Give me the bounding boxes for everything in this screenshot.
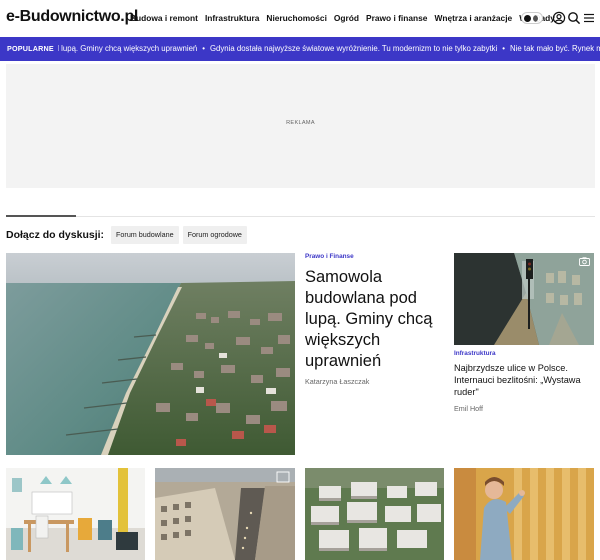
ad-label: REKLAMA <box>286 120 315 126</box>
side-article-title[interactable]: Najbrzydsze ulice w Polsce. Internauci b… <box>454 362 598 398</box>
discussion-title: Dołącz do dyskusji: <box>6 229 105 241</box>
section-divider-accent <box>6 215 76 217</box>
nav-item-prawo[interactable]: Prawo i finanse <box>366 13 427 23</box>
article-thumbnail-housing[interactable] <box>305 468 444 560</box>
main-article-category[interactable]: Prawo i Finanse <box>305 253 354 260</box>
article-thumbnail-city[interactable] <box>155 468 295 560</box>
nav-item-nieruchomosci[interactable]: Nieruchomości <box>266 13 327 23</box>
article-thumbnail-interior[interactable] <box>6 468 145 560</box>
site-logo[interactable]: e-Budownictwo.pl <box>6 8 138 26</box>
ticker-item[interactable]: pod lupą. Gminy chcą większych uprawnień <box>46 44 197 53</box>
forum-chip-ogrodowe[interactable]: Forum ogrodowe <box>182 226 247 244</box>
popular-ticker: POPULARNE pod lupą. Gminy chcą większych… <box>0 37 600 61</box>
nav-item-budowa[interactable]: Budowa i remont <box>130 13 198 23</box>
article-thumbnail-person[interactable] <box>454 468 594 560</box>
ad-placeholder: REKLAMA <box>6 64 595 188</box>
ticker-items: pod lupą. Gminy chcą większych uprawnień… <box>46 37 600 61</box>
gallery-camera-icon <box>579 257 590 266</box>
site-header: e-Budownictwo.pl Budowa i remont Infrast… <box>0 0 600 36</box>
main-article-title[interactable]: Samowola budowlana pod lupą. Gminy chcą … <box>305 267 445 372</box>
side-article-author[interactable]: Emil Hoff <box>454 404 483 413</box>
nav-item-infrastruktura[interactable]: Infrastruktura <box>205 13 259 23</box>
search-icon[interactable] <box>567 11 581 25</box>
nav-item-ogrod[interactable]: Ogród <box>334 13 359 23</box>
main-nav: Budowa i remont Infrastruktura Nieruchom… <box>130 13 555 23</box>
user-icon[interactable] <box>552 11 566 25</box>
main-article-author[interactable]: Katarzyna Łaszczak <box>305 377 369 386</box>
side-article-category[interactable]: Infrastruktura <box>454 350 496 357</box>
section-divider <box>6 216 595 217</box>
discussion-row: Dołącz do dyskusji: Forum budowlane Foru… <box>6 225 251 245</box>
nav-item-wnetrza[interactable]: Wnętrza i aranżacje <box>434 13 512 23</box>
ticker-item[interactable]: Nie tak mało być. Rynek mieszkań zaskocz… <box>510 44 600 53</box>
forum-chip-budowlane[interactable]: Forum budowlane <box>111 226 179 244</box>
ticker-label: POPULARNE <box>0 37 58 61</box>
theme-toggle-icon[interactable] <box>521 12 543 24</box>
main-article-image[interactable] <box>6 253 295 455</box>
ticker-item[interactable]: Gdynia dostała najwyższe światowe wyróżn… <box>210 44 497 53</box>
side-article-image[interactable] <box>454 253 594 345</box>
menu-icon[interactable] <box>582 11 596 25</box>
